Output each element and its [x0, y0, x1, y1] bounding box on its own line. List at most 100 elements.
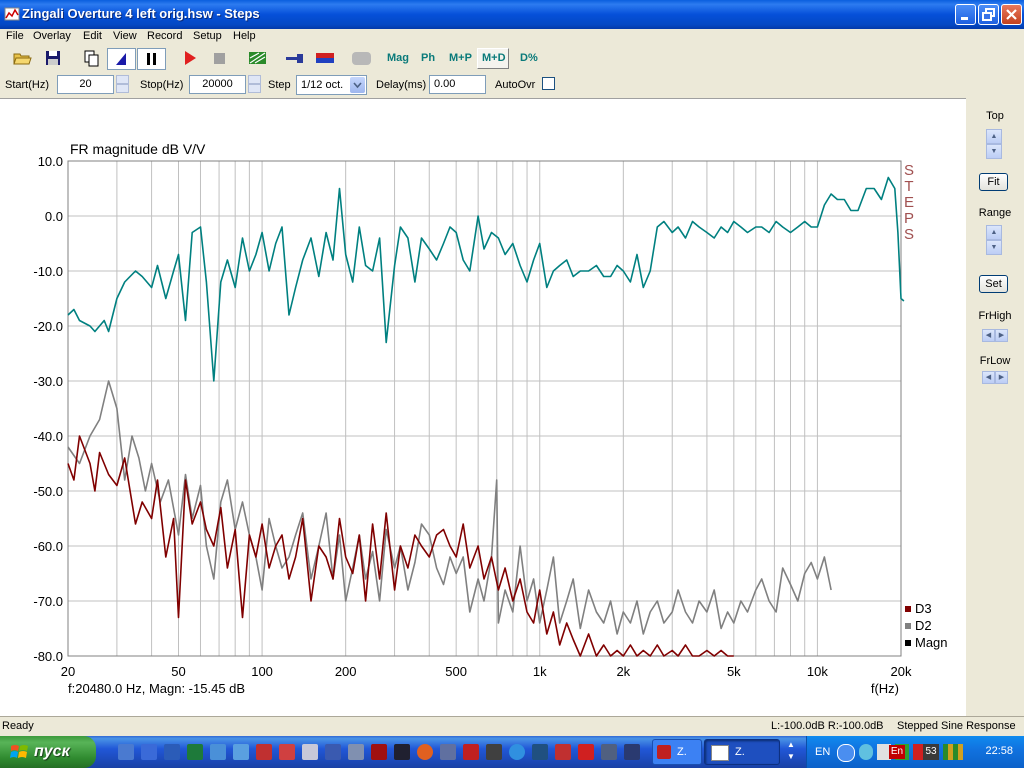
- step-label: Step: [268, 79, 291, 91]
- side-label-letter: S: [904, 162, 914, 179]
- stop-button[interactable]: [210, 48, 230, 70]
- quicklaunch-app11-icon[interactable]: [463, 744, 479, 760]
- delay-field[interactable]: 0.00: [429, 75, 486, 94]
- stepped-sine-button[interactable]: [107, 48, 136, 70]
- top-spinner[interactable]: ▲ ▼: [986, 129, 1002, 159]
- menu-bar: File Overlay Edit View Record Setup Help: [0, 29, 1024, 45]
- quicklaunch-app4-icon[interactable]: [279, 744, 295, 760]
- menu-setup[interactable]: Setup: [193, 29, 222, 43]
- quicklaunch-app15-icon[interactable]: [578, 744, 594, 760]
- blank-button[interactable]: [350, 48, 374, 70]
- taskbar-scroll[interactable]: ▲ ▼: [784, 739, 798, 765]
- maximize-button[interactable]: [978, 4, 999, 25]
- quicklaunch-app10-icon[interactable]: [440, 744, 456, 760]
- quicklaunch-app17-icon[interactable]: [624, 744, 640, 760]
- side-label-letter: S: [904, 226, 914, 243]
- start-field[interactable]: 20: [57, 75, 114, 94]
- x-axis-label: f(Hz): [871, 681, 899, 696]
- frhigh-spinner[interactable]: ◀ ▶: [982, 329, 1008, 342]
- tray-app-icon[interactable]: [859, 744, 873, 760]
- open-folder-icon: [13, 53, 32, 65]
- quicklaunch-desktop-icon[interactable]: [118, 744, 134, 760]
- tray-lang-indicator[interactable]: En: [889, 745, 905, 759]
- status-bar: Ready L:-100.0dB R:-100.0dB Stepped Sine…: [0, 716, 1024, 736]
- y-tick-label: -20.0: [33, 319, 63, 334]
- start-button[interactable]: пуск: [0, 736, 96, 768]
- x-tick-label: 50: [171, 664, 185, 679]
- start-label: пуск: [34, 743, 70, 760]
- taskbar-task-1[interactable]: Z.: [652, 739, 702, 765]
- tray-counter[interactable]: 53: [923, 744, 939, 760]
- quicklaunch-app14-icon[interactable]: [555, 744, 571, 760]
- start-spinner[interactable]: [116, 75, 129, 94]
- taskbar-task-2[interactable]: Z.: [704, 739, 780, 765]
- tray-arrow-icon[interactable]: [837, 744, 855, 762]
- legend-swatch: [905, 640, 911, 646]
- quicklaunch-app12-icon[interactable]: [486, 744, 502, 760]
- pause-button[interactable]: [137, 48, 166, 70]
- mp-button[interactable]: M+P: [449, 52, 472, 64]
- frlow-spinner[interactable]: ◀ ▶: [982, 371, 1008, 384]
- close-icon: [1006, 9, 1017, 20]
- save-button[interactable]: [43, 48, 63, 70]
- close-button[interactable]: [1001, 4, 1022, 25]
- quicklaunch-word-icon[interactable]: [164, 744, 180, 760]
- quicklaunch-app6-icon[interactable]: [325, 744, 341, 760]
- probe-button[interactable]: [284, 48, 306, 70]
- record-button[interactable]: [180, 48, 200, 70]
- menu-help[interactable]: Help: [233, 29, 256, 43]
- minimize-button[interactable]: [955, 4, 976, 25]
- plot-area[interactable]: 10.0 0.0 -10.0 -20.0 -30.0 -40.0 -50.0 -60.0 -70…: [0, 98, 966, 716]
- chart-title: FR magnitude dB V/V: [70, 141, 206, 157]
- color-button[interactable]: [314, 48, 336, 70]
- quicklaunch-app8-icon[interactable]: [371, 744, 387, 760]
- task-app-icon: [657, 745, 671, 759]
- quicklaunch-excel-icon[interactable]: [187, 744, 203, 760]
- tray-meter-icon[interactable]: [943, 744, 963, 760]
- quicklaunch-app13-icon[interactable]: [532, 744, 548, 760]
- menu-record[interactable]: Record: [147, 29, 182, 43]
- ph-button[interactable]: Ph: [421, 52, 435, 64]
- y-tick-label: -40.0: [33, 429, 63, 444]
- quicklaunch-photoshop-icon[interactable]: [394, 744, 410, 760]
- quicklaunch-app9-icon[interactable]: [417, 744, 433, 760]
- dpct-button[interactable]: D%: [520, 52, 538, 64]
- stop-label: Stop(Hz): [140, 79, 184, 91]
- legend-label: D3: [915, 601, 932, 616]
- x-tick-label: 1k: [533, 664, 547, 679]
- quicklaunch-explorer-icon[interactable]: [141, 744, 157, 760]
- title-bar[interactable]: Zingali Overture 4 left orig.hsw - Steps: [0, 0, 1024, 29]
- y-tick-label: -50.0: [33, 484, 63, 499]
- quicklaunch-app-icon[interactable]: [210, 744, 226, 760]
- range-spinner[interactable]: ▲ ▼: [986, 225, 1002, 255]
- set-button[interactable]: Set: [979, 275, 1008, 293]
- menu-edit[interactable]: Edit: [83, 29, 102, 43]
- step-select[interactable]: 1/12 oct.: [296, 75, 367, 95]
- stop-field[interactable]: 20000: [189, 75, 246, 94]
- copy-icon: [84, 50, 99, 67]
- frhigh-label: FrHigh: [978, 310, 1012, 322]
- stop-spinner[interactable]: [248, 75, 261, 94]
- language-indicator[interactable]: EN: [815, 746, 830, 758]
- quicklaunch-ie-icon[interactable]: [509, 744, 525, 760]
- mag-button[interactable]: Mag: [387, 52, 409, 64]
- autoovr-checkbox[interactable]: [542, 77, 555, 90]
- calibrate-button[interactable]: [247, 48, 269, 70]
- menu-overlay[interactable]: Overlay: [33, 29, 71, 43]
- fr-chart[interactable]: 10.0 0.0 -10.0 -20.0 -30.0 -40.0 -50.0 -60.0 -70…: [0, 99, 966, 717]
- menu-view[interactable]: View: [113, 29, 137, 43]
- side-label-letter: P: [904, 210, 914, 227]
- stop-icon: [214, 53, 225, 64]
- md-button[interactable]: M+D: [477, 48, 509, 69]
- fit-button[interactable]: Fit: [979, 173, 1008, 191]
- restore-icon: [982, 8, 995, 21]
- copy-button[interactable]: [82, 48, 102, 70]
- quicklaunch-app5-icon[interactable]: [302, 744, 318, 760]
- open-button[interactable]: [12, 48, 32, 70]
- quicklaunch-app7-icon[interactable]: [348, 744, 364, 760]
- quicklaunch-app2-icon[interactable]: [233, 744, 249, 760]
- menu-file[interactable]: File: [6, 29, 24, 43]
- blank-icon: [352, 52, 371, 65]
- quicklaunch-app3-icon[interactable]: [256, 744, 272, 760]
- quicklaunch-app16-icon[interactable]: [601, 744, 617, 760]
